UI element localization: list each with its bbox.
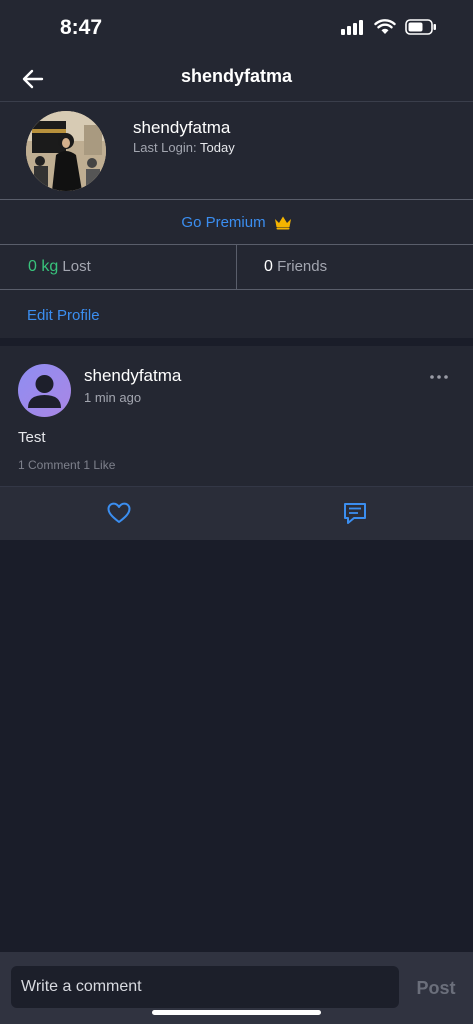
comment-icon [344,503,366,524]
avatar-photo-image [26,111,106,191]
last-login: Last Login: Today [133,140,235,155]
home-indicator [152,1010,321,1015]
comment-input[interactable] [11,966,399,1008]
divider [0,289,473,290]
post-author[interactable]: shendyfatma [84,366,181,386]
signal-icon [341,20,363,35]
post-card: shendyfatma 1 min ago Test 1 Comment 1 L… [0,346,473,540]
go-premium-button[interactable]: Go Premium [0,200,473,244]
status-icons [341,19,437,35]
post-meta[interactable]: 1 Comment 1 Like [18,458,115,472]
post-text: Test [18,429,46,446]
battery-icon [405,19,436,35]
stats-row: 0 kg Lost 0 Friends [0,245,473,289]
profile-card: shendyfatma Last Login: Today Go Premium… [0,101,473,338]
last-login-value: Today [200,140,235,155]
friends-stat[interactable]: 0 Friends [264,258,327,276]
stats-separator [236,245,237,289]
status-bar: 8:47 [0,0,473,56]
heart-icon [107,502,131,523]
lost-stat[interactable]: 0 kg Lost [28,258,91,276]
go-premium-label: Go Premium [181,213,266,231]
crown-icon [274,216,291,229]
comment-button[interactable] [342,500,368,526]
more-horizontal-icon [430,375,448,379]
lost-label: Lost [62,258,91,275]
lost-value: 0 kg [28,258,59,275]
edit-profile-link[interactable]: Edit Profile [27,307,100,324]
post-actions [0,486,473,540]
post-comment-button[interactable]: Post [406,974,466,1002]
last-login-label: Last Login: [133,140,197,155]
profile-avatar[interactable] [26,111,106,191]
more-options-button[interactable] [428,370,450,384]
top-nav: shendyfatma [0,56,473,101]
post-time: 1 min ago [84,390,142,405]
status-time: 8:47 [60,16,103,39]
page-title: shendyfatma [180,66,293,86]
friends-label: Friends [277,258,328,275]
wifi-icon [374,19,396,34]
friends-value: 0 [264,258,273,275]
profile-name: shendyfatma [133,118,231,137]
like-button[interactable] [106,500,132,526]
user-placeholder-icon [28,375,61,408]
post-author-avatar[interactable] [18,364,71,417]
